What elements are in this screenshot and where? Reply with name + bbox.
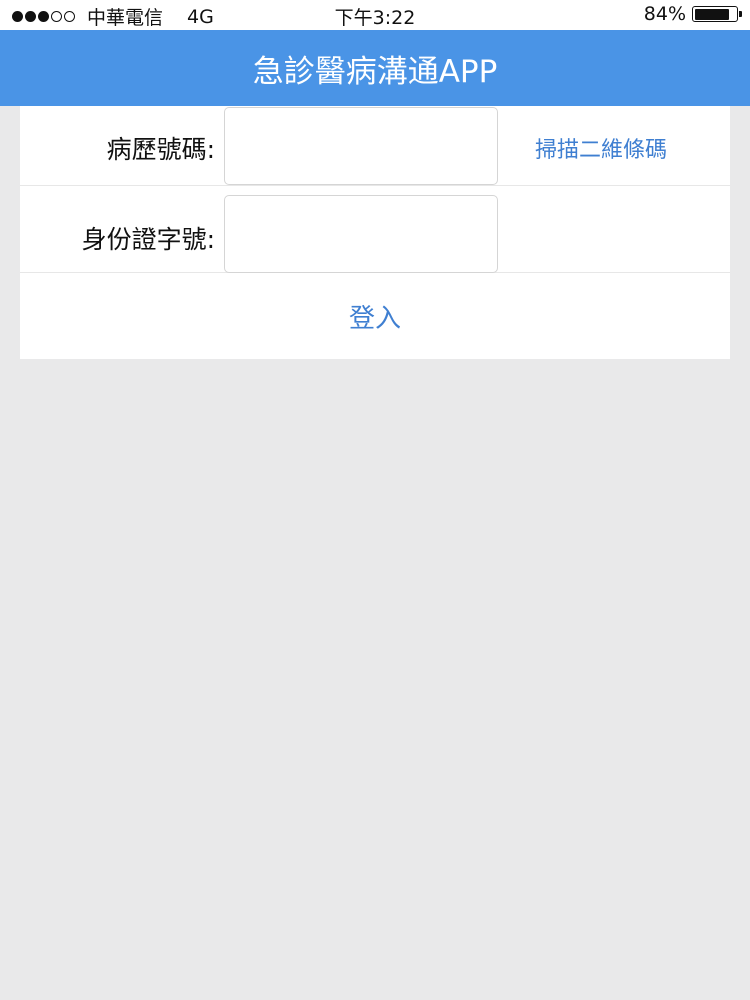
page-title: 急診醫病溝通APP [252,53,498,90]
id-number-label: 身份證字號: [81,225,215,254]
id-number-row: 身份證字號: [20,186,730,273]
navigation-bar: 急診醫病溝通APP [0,30,750,106]
status-time: 下午3:22 [334,7,416,29]
chart-number-label: 病歷號碼: [106,135,215,164]
battery-fill [694,8,729,20]
scan-qr-code-button[interactable]: 掃描二維條碼 [535,132,667,164]
login-button[interactable]: 登入 [20,273,730,359]
battery-icon [692,6,742,22]
chart-number-row: 病歷號碼: 掃描二維條碼 [20,106,730,186]
battery-percentage: 84% [643,3,686,25]
status-right: 84% [643,3,742,25]
battery-tip [739,11,742,17]
chart-number-input[interactable] [224,107,498,185]
status-bar: 中華電信 4G 下午3:22 84% [0,0,750,30]
login-form: 病歷號碼: 掃描二維條碼 身份證字號: 登入 [20,106,730,359]
id-number-input[interactable] [224,195,498,273]
login-row: 登入 [20,273,730,359]
